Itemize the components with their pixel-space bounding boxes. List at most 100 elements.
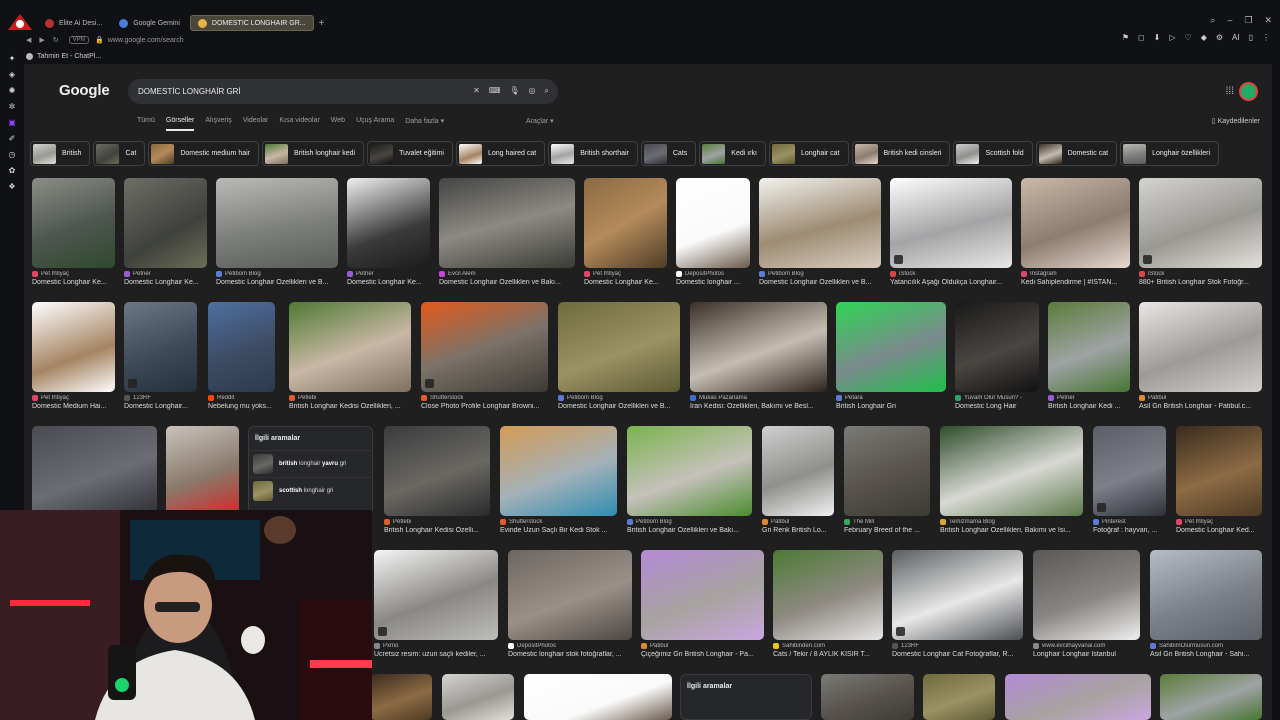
related-search-item[interactable]: british longhair yavru gri xyxy=(249,450,372,477)
tab-all[interactable]: Tümü xyxy=(137,117,155,131)
browser-tab[interactable]: Google Gemini xyxy=(112,15,187,31)
settings-icon[interactable]: ⚙ xyxy=(1216,33,1223,42)
image-result[interactable] xyxy=(1005,674,1151,720)
image-result[interactable]: Pxmo Ücretsiz resim: uzun saçlı kediler, … xyxy=(374,550,498,658)
chip[interactable]: Longhair özellikleri xyxy=(1120,141,1220,166)
result-title[interactable]: Yatancılık Aşağı Oldukça Longhair... xyxy=(890,279,1012,286)
image-result[interactable]: Shutterstock Evinde Uzun Saçlı Bir Kedi S… xyxy=(500,426,617,534)
tab-videos[interactable]: Videolar xyxy=(243,117,269,131)
result-image[interactable] xyxy=(773,550,883,640)
bookmark-icon[interactable]: ⚑ xyxy=(1122,33,1129,42)
result-source[interactable]: Pxmo xyxy=(374,643,498,649)
result-title[interactable]: Domestic Longhair... xyxy=(124,403,197,410)
result-image[interactable] xyxy=(627,426,752,516)
result-image[interactable] xyxy=(940,426,1083,516)
image-result[interactable]: Petner Domestic Longhair Ke... xyxy=(347,178,430,286)
tab-shopping[interactable]: Alışveriş xyxy=(205,117,231,131)
tab-more[interactable]: Daha fazla ▾ xyxy=(405,117,444,131)
result-image[interactable] xyxy=(500,426,617,516)
chip[interactable]: Longhair cat xyxy=(768,141,849,166)
result-image[interactable] xyxy=(892,550,1023,640)
result-source[interactable]: Pet İhtiyaç xyxy=(32,395,115,401)
result-image[interactable] xyxy=(1150,550,1262,640)
result-image[interactable] xyxy=(759,178,881,268)
wallet-icon[interactable]: ◆ xyxy=(1201,33,1207,42)
twitch-icon[interactable]: ▣ xyxy=(7,118,17,128)
google-logo[interactable]: Google xyxy=(59,82,110,99)
result-source[interactable]: SahibimOlurmusun.com xyxy=(1150,643,1262,649)
result-title[interactable]: Domestic Longhair Özellikleri ve B... xyxy=(558,403,680,410)
image-result[interactable]: Petibom Blog British Longhair Özellikleri… xyxy=(627,426,752,534)
result-title[interactable]: Domestic Longhair Cat Fotoğraflar, R... xyxy=(892,651,1023,658)
result-image[interactable] xyxy=(1033,550,1140,640)
result-source[interactable]: Reddit xyxy=(208,395,275,401)
result-title[interactable]: British Longhair Özellikleri, Bakımı ve … xyxy=(940,527,1083,534)
result-image[interactable] xyxy=(384,426,490,516)
image-result[interactable]: iStock 880+ British Longhair Stok Fotoğr.… xyxy=(1139,178,1262,286)
result-image[interactable] xyxy=(289,302,411,392)
result-source[interactable]: Petibom Blog xyxy=(627,519,752,525)
result-title[interactable]: Close Photo Profile Longhair Browni... xyxy=(421,403,548,410)
result-image[interactable] xyxy=(641,550,764,640)
result-title[interactable]: Nebelung mu yoks... xyxy=(208,403,275,410)
result-image[interactable] xyxy=(821,674,914,720)
result-image[interactable] xyxy=(166,426,239,516)
result-image[interactable] xyxy=(374,550,498,640)
image-result[interactable] xyxy=(32,426,157,516)
image-result[interactable]: Petibom Blog Domestic Longhair Özellikler… xyxy=(216,178,338,286)
image-result[interactable] xyxy=(166,426,239,516)
result-source[interactable]: Shutterstock xyxy=(421,395,548,401)
keyboard-icon[interactable]: ⌨ xyxy=(489,86,501,96)
result-title[interactable]: February Breed of the ... xyxy=(844,527,930,534)
new-tab-button[interactable]: + xyxy=(319,18,325,29)
result-title[interactable]: Evinde Uzun Saçlı Bir Kedi Stok ... xyxy=(500,527,617,534)
result-image[interactable] xyxy=(1048,302,1130,392)
result-source[interactable]: Sahibinden.com xyxy=(773,643,883,649)
result-title[interactable]: British Longhair Kedisi Özellikleri, ... xyxy=(289,403,411,410)
image-result[interactable]: Petlebi British Longhair Kedisi Özelli... xyxy=(384,426,490,534)
chip[interactable]: Domestic cat xyxy=(1035,141,1118,166)
image-result[interactable]: Reddit Nebelung mu yoks... xyxy=(208,302,275,410)
result-title[interactable]: Domestic Longhair Ke... xyxy=(32,279,115,286)
result-title[interactable]: Domestic Long Hair xyxy=(955,403,1039,410)
result-title[interactable]: Domestic Medium Hai... xyxy=(32,403,115,410)
result-source[interactable]: Pinterest xyxy=(1093,519,1166,525)
result-source[interactable]: Pet İhtiyaç xyxy=(32,271,115,277)
result-title[interactable]: Asil Gri British Longhair - Patibul.c... xyxy=(1139,403,1262,410)
menu-icon[interactable]: ⋮ xyxy=(1262,33,1270,42)
image-result[interactable]: Petner Domestic Longhair Ke... xyxy=(124,178,207,286)
result-image[interactable] xyxy=(439,178,575,268)
result-image[interactable] xyxy=(32,178,115,268)
avatar[interactable] xyxy=(1239,82,1258,101)
tab-short-videos[interactable]: Kısa videolar xyxy=(279,117,319,131)
image-result[interactable]: Petner British Longhair Kedi ... xyxy=(1048,302,1130,410)
chip[interactable]: Long haired cat xyxy=(455,141,546,166)
browser-tab-active[interactable]: DOMESTIC LONGHAIR GR... xyxy=(189,15,314,31)
browser-tab[interactable]: Elite Ai Desi... xyxy=(38,15,109,31)
result-image[interactable] xyxy=(1139,178,1262,268)
result-source[interactable]: iStock xyxy=(1139,271,1262,277)
result-title[interactable]: Longhair Longhair İstanbul xyxy=(1033,651,1140,658)
messenger-icon[interactable]: ✺ xyxy=(7,86,17,96)
result-source[interactable]: DepositPhotos xyxy=(508,643,632,649)
result-image[interactable] xyxy=(584,178,667,268)
image-result[interactable]: Temizmama Blog British Longhair Özellikle… xyxy=(940,426,1083,534)
result-title[interactable]: Çiçeğimiz Gri British Longhair - Pa... xyxy=(641,651,764,658)
minimize-icon[interactable]: – xyxy=(1227,15,1232,26)
image-result[interactable] xyxy=(1160,674,1262,720)
result-image[interactable] xyxy=(1160,674,1262,720)
image-result[interactable]: 123RF Domestic Longhair... xyxy=(124,302,197,410)
image-result[interactable]: Petlebi British Longhair Kedisi Özellikle… xyxy=(289,302,411,410)
result-source[interactable]: Shutterstock xyxy=(500,519,617,525)
image-result[interactable]: Petibom Blog Domestic Longhair Özellikler… xyxy=(558,302,680,410)
result-title[interactable]: Domestic Longhair Özellikleri ve B... xyxy=(759,279,881,286)
result-image[interactable] xyxy=(208,302,275,392)
result-source[interactable]: Petibom Blog xyxy=(759,271,881,277)
url-field[interactable]: www.google.com/search xyxy=(108,37,184,44)
result-source[interactable]: Evcil Alem xyxy=(439,271,575,277)
result-image[interactable] xyxy=(32,426,157,516)
image-result[interactable]: Patibul Asil Gri British Longhair - Patib… xyxy=(1139,302,1262,410)
image-result[interactable]: Evcil Alem Domestic Longhair Özellikleri … xyxy=(439,178,575,286)
image-result[interactable]: Petara British Longhair Gri xyxy=(836,302,946,410)
result-source[interactable]: DepositPhotos xyxy=(676,271,750,277)
